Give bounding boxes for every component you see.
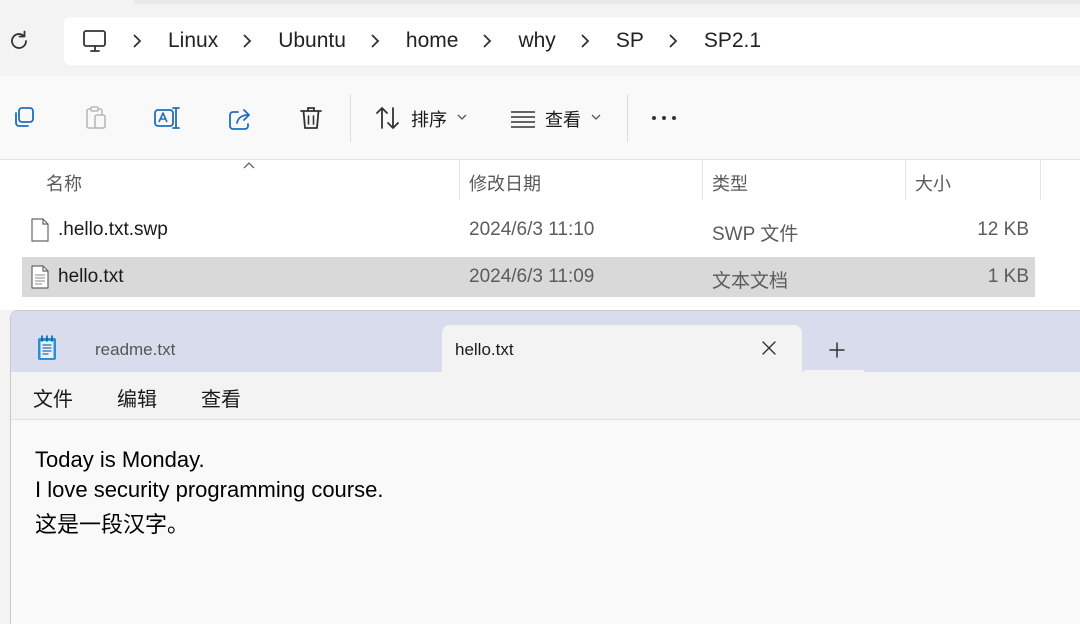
sort-icon — [376, 107, 399, 129]
breadcrumb-linux[interactable]: Linux — [168, 29, 218, 53]
tab-label: readme.txt — [95, 340, 176, 359]
sort-ascending-icon — [243, 162, 255, 169]
breadcrumb-sp2-1[interactable]: SP2.1 — [704, 29, 761, 53]
view-label: 查看 — [545, 110, 581, 130]
computer-icon[interactable] — [82, 29, 108, 53]
share-icon[interactable] — [226, 104, 254, 132]
file-list: 名称 修改日期 类型 大小 .hello.txt.swp 2024/6/3 11… — [0, 160, 1080, 310]
address-top-border — [134, 0, 1080, 4]
column-divider[interactable] — [459, 160, 460, 200]
more-icon[interactable] — [650, 104, 678, 132]
menu-file[interactable]: 文件 — [33, 383, 73, 412]
sort-label: 排序 — [411, 110, 447, 130]
refresh-icon[interactable] — [6, 28, 32, 54]
column-divider[interactable] — [905, 160, 906, 200]
breadcrumb-ubuntu[interactable]: Ubuntu — [278, 29, 346, 53]
file-modified: 2024/6/3 11:10 — [469, 219, 595, 240]
file-name: .hello.txt.swp — [58, 219, 168, 240]
trash-icon[interactable] — [297, 104, 325, 132]
plus-icon[interactable] — [828, 341, 846, 359]
address-bar[interactable]: Linux Ubuntu home why SP SP2.1 — [64, 17, 1080, 65]
breadcrumb-sp[interactable]: SP — [616, 29, 644, 53]
chevron-right-icon — [482, 34, 496, 48]
file-name: hello.txt — [58, 266, 124, 287]
command-bar: 排序 查看 — [0, 76, 1080, 160]
text-line: 这是一段汉字。 — [35, 512, 190, 537]
column-header-name[interactable]: 名称 — [46, 170, 82, 196]
tab-hello[interactable]: hello.txt — [442, 325, 802, 372]
text-line: I love security programming course. — [35, 477, 384, 502]
text-editor[interactable]: Today is Monday. I love security program… — [11, 421, 1080, 624]
chevron-down-icon — [457, 114, 467, 120]
file-size: 1 KB — [987, 266, 1029, 287]
copy-icon[interactable] — [10, 104, 38, 132]
menu-edit[interactable]: 编辑 — [117, 383, 157, 412]
chevron-right-icon — [580, 34, 594, 48]
breadcrumb-home[interactable]: home — [406, 29, 459, 53]
notepad-tab-bar: readme.txt hello.txt — [11, 311, 1080, 372]
chevron-right-icon — [668, 34, 682, 48]
notepad-icon — [38, 335, 56, 360]
chevron-down-icon — [591, 114, 601, 120]
notepad-window: readme.txt hello.txt 文件 编辑 查看 Today is M… — [10, 310, 1080, 624]
text-file-icon — [31, 265, 49, 289]
file-row[interactable]: .hello.txt.swp 2024/6/3 11:10 SWP 文件 12 … — [22, 210, 1035, 250]
file-icon — [31, 218, 49, 242]
menu-view[interactable]: 查看 — [201, 383, 241, 412]
file-size: 12 KB — [977, 219, 1029, 240]
column-header-modified[interactable]: 修改日期 — [469, 170, 541, 196]
file-type: 文本文档 — [712, 271, 789, 292]
chevron-right-icon — [242, 34, 256, 48]
column-header-type[interactable]: 类型 — [712, 170, 748, 196]
file-row-selected[interactable]: hello.txt 2024/6/3 11:09 文本文档 1 KB — [22, 257, 1035, 297]
chevron-right-icon — [370, 34, 384, 48]
rename-icon[interactable] — [153, 104, 181, 132]
text-line: Today is Monday. — [35, 447, 205, 472]
chevron-right-icon — [132, 34, 146, 48]
toolbar-divider — [350, 94, 351, 142]
toolbar-divider — [627, 94, 628, 142]
file-modified: 2024/6/3 11:09 — [469, 266, 595, 287]
column-header-size[interactable]: 大小 — [915, 170, 951, 196]
column-divider[interactable] — [1040, 160, 1041, 200]
notepad-menu-bar: 文件 编辑 查看 — [11, 372, 1080, 420]
paste-icon[interactable] — [82, 104, 110, 132]
view-icon — [511, 111, 535, 128]
column-divider[interactable] — [702, 160, 703, 200]
close-icon[interactable] — [760, 339, 778, 357]
breadcrumb-why[interactable]: why — [518, 29, 555, 53]
tab-label: hello.txt — [455, 340, 514, 359]
file-type: SWP 文件 — [712, 224, 799, 245]
tab-readme[interactable]: readme.txt — [73, 325, 441, 372]
address-row: Linux Ubuntu home why SP SP2.1 — [0, 0, 1080, 76]
